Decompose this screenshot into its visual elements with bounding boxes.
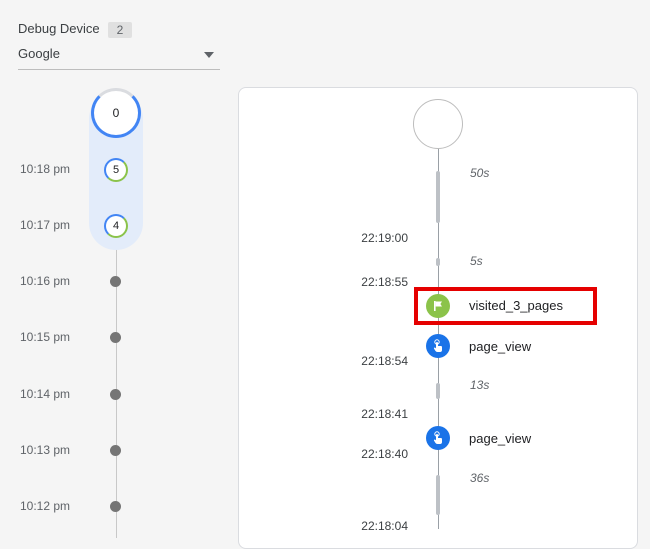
time-gap-bar [436,475,440,515]
minute-dot[interactable] [110,332,121,343]
event-name-page-view[interactable]: page_view [469,431,531,446]
device-select[interactable]: Google [18,44,220,70]
time-gap-label: 36s [470,471,490,485]
minute-event-count[interactable]: 5 [104,158,128,182]
minute-time: 10:18 pm [20,162,71,176]
time-gap-label: 13s [470,378,490,392]
touch-pointer-icon[interactable] [426,426,450,450]
debug-device-label: Debug Device [18,21,100,36]
event-timestamp: 22:18:54 [361,354,408,368]
minute-time: 10:12 pm [20,499,71,513]
minute-time: 10:15 pm [20,330,71,344]
minute-time: 10:13 pm [20,443,71,457]
event-timestamp: 22:19:00 [361,231,408,245]
pointer-glyph [433,339,442,352]
device-count-badge: 2 [108,22,132,38]
minute-dot[interactable] [110,389,121,400]
time-gap-bar [436,171,440,223]
pointer-glyph [433,431,442,444]
minute-time: 10:16 pm [20,274,71,288]
minute-time: 10:14 pm [20,387,71,401]
timeline-top-circle [413,99,463,149]
time-gap-label: 50s [470,166,490,180]
event-timestamp: 22:18:55 [361,275,408,289]
minute-event-count[interactable]: 4 [104,214,128,238]
touch-pointer-icon[interactable] [426,334,450,358]
time-gap-bar [436,383,440,399]
minute-dot[interactable] [110,445,121,456]
minute-dot[interactable] [110,501,121,512]
event-name-page-view[interactable]: page_view [469,339,531,354]
event-timestamp: 22:18:04 [361,519,408,533]
device-select-value: Google [18,46,60,61]
time-gap-label: 5s [470,254,483,268]
minute-time: 10:17 pm [20,218,71,232]
event-timestamp: 22:18:40 [361,447,408,461]
minute-dot[interactable] [110,276,121,287]
caret-down-icon [204,52,214,58]
highlight-annotation [414,287,597,325]
current-minute-counter[interactable]: 0 [91,88,141,138]
time-gap-bar [436,258,440,266]
event-timestamp: 22:18:41 [361,407,408,421]
